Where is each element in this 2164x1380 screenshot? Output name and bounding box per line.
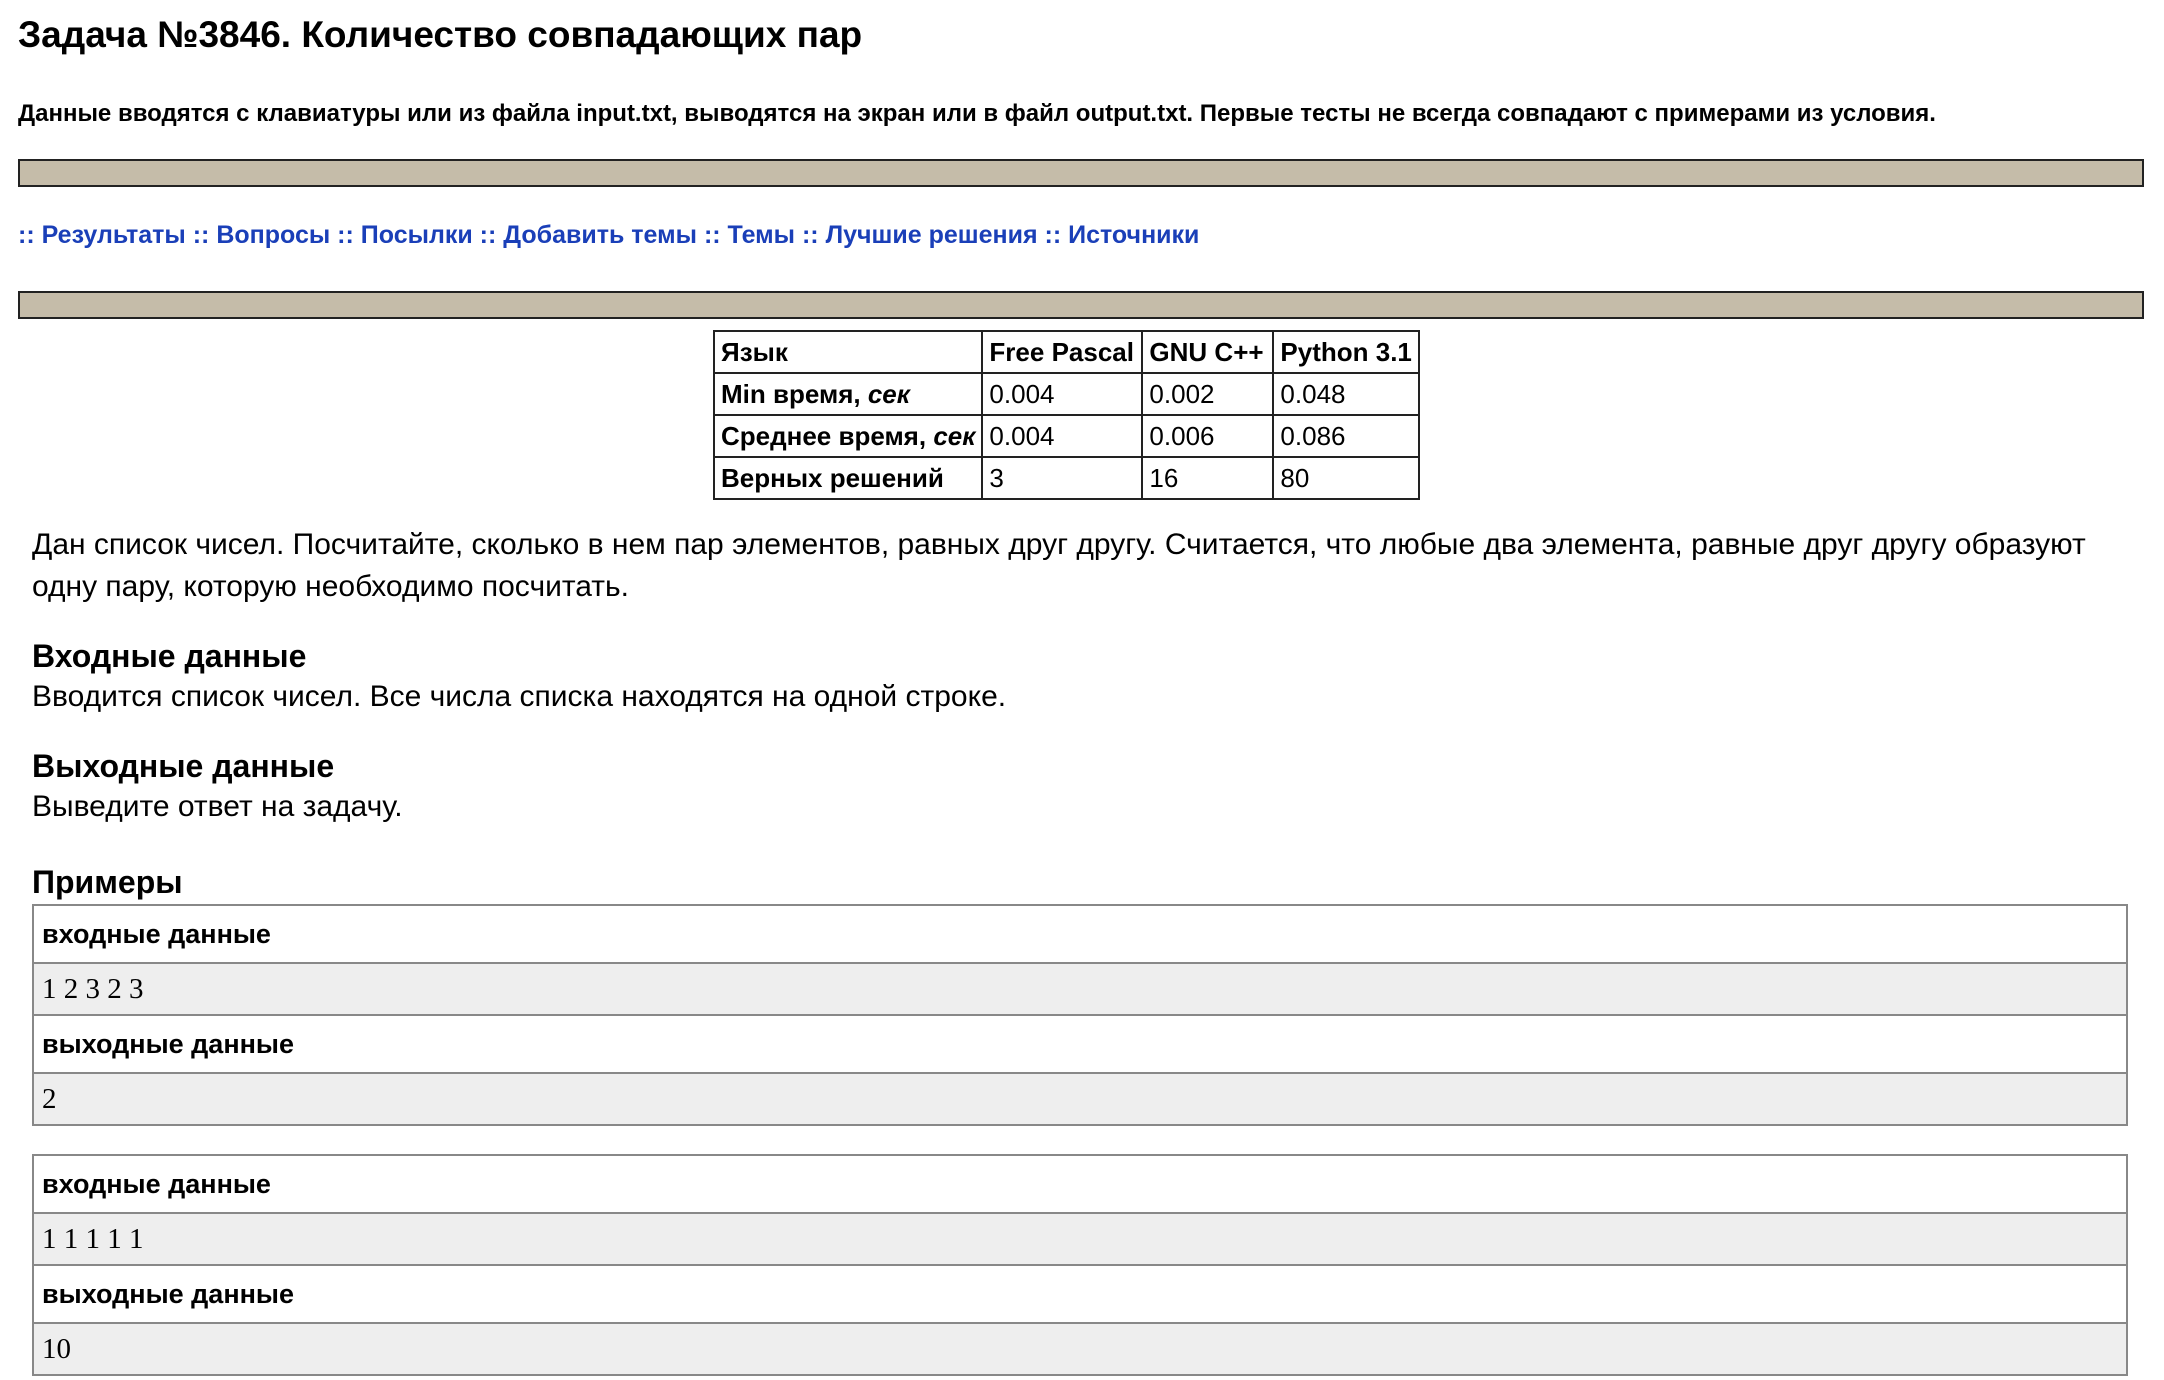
stats-cell: 0.004: [981, 414, 1144, 458]
example-input-value[interactable]: 1 2 3 2 3: [34, 962, 2126, 1016]
stats-header-python: Python 3.1: [1272, 330, 1420, 374]
example-output-label: выходные данные: [34, 1266, 2126, 1322]
input-heading: Входные данные: [32, 638, 307, 674]
problem-statement: Дан список чисел. Посчитайте, сколько в …: [32, 524, 2132, 828]
stats-cell: 80: [1272, 456, 1420, 500]
nav-separator: ::: [703, 221, 721, 249]
output-description: Выведите ответ на задачу.: [32, 790, 403, 823]
nav-separator: ::: [1044, 221, 1062, 249]
nav-separator: ::: [479, 221, 497, 249]
nav-link-topics[interactable]: Темы: [728, 221, 795, 249]
stats-header-free-pascal: Free Pascal: [981, 330, 1144, 374]
stats-row-label-unit: сек: [867, 378, 910, 409]
stats-row-avg-time: Среднее время, сек 0.004 0.006 0.086: [712, 414, 1420, 458]
nav-link-add-topics[interactable]: Добавить темы: [503, 221, 697, 249]
io-note: Данные вводятся с клавиатуры или из файл…: [18, 100, 1936, 127]
nav-link-submissions[interactable]: Посылки: [361, 221, 473, 249]
page-title: Задача №3846. Количество совпадающих пар: [18, 14, 863, 55]
nav-link-best-solutions[interactable]: Лучшие решения: [826, 221, 1038, 249]
examples-heading: Примеры: [32, 864, 183, 900]
stats-row-label-text: Min время,: [721, 378, 868, 409]
stats-cell: 3: [981, 456, 1144, 500]
stats-row-correct: Верных решений 3 16 80: [712, 456, 1420, 500]
output-heading: Выходные данные: [32, 748, 335, 784]
stats-cell: 0.086: [1272, 414, 1420, 458]
divider-bar-bottom: [18, 291, 2144, 319]
problem-legend: Дан список чисел. Посчитайте, сколько в …: [32, 528, 2086, 603]
stats-row-label-unit: сек: [933, 420, 976, 451]
stats-header-language: Язык: [712, 330, 984, 374]
stats-cell: 0.006: [1141, 414, 1275, 458]
stats-table: Язык Free Pascal GNU C++ Python 3.1 Min …: [712, 330, 1420, 500]
input-description: Вводится список чисел. Все числа списка …: [32, 680, 1007, 713]
stats-row-label-text: Среднее время,: [721, 420, 934, 451]
example-input-label: входные данные: [34, 906, 2126, 962]
example-block: входные данные 1 2 3 2 3 выходные данные…: [32, 904, 2128, 1126]
stats-row-label: Среднее время, сек: [712, 414, 984, 458]
problem-page: Задача №3846. Количество совпадающих пар…: [18, 0, 2146, 319]
stats-header-row: Язык Free Pascal GNU C++ Python 3.1: [712, 330, 1420, 374]
nav-separator: ::: [801, 221, 819, 249]
stats-row-label: Min время, сек: [712, 372, 984, 416]
stats-header-gnu-cpp: GNU C++: [1141, 330, 1275, 374]
nav-separator: ::: [337, 221, 354, 249]
stats-row-min-time: Min время, сек 0.004 0.002 0.048: [712, 372, 1420, 416]
example-output-label: выходные данные: [34, 1016, 2126, 1072]
nav-link-sources[interactable]: Источники: [1068, 221, 1199, 249]
nav-separator: ::: [18, 221, 35, 249]
stats-cell: 0.002: [1141, 372, 1275, 416]
stats-row-label: Верных решений: [712, 456, 984, 500]
nav-separator: ::: [192, 221, 210, 249]
stats-cell: 0.048: [1272, 372, 1420, 416]
stats-row-label-text: Верных решений: [721, 462, 944, 493]
divider-bar-top: [18, 159, 2144, 187]
problem-nav: :: Результаты :: Вопросы :: Посылки :: Д…: [18, 219, 2146, 251]
example-input-label: входные данные: [34, 1156, 2126, 1212]
nav-link-questions[interactable]: Вопросы: [216, 221, 330, 249]
example-block: входные данные 1 1 1 1 1 выходные данные…: [32, 1154, 2128, 1376]
nav-link-results[interactable]: Результаты: [42, 221, 186, 249]
example-output-value[interactable]: 10: [34, 1322, 2126, 1374]
stats-cell: 0.004: [981, 372, 1144, 416]
stats-cell: 16: [1141, 456, 1275, 500]
example-output-value[interactable]: 2: [34, 1072, 2126, 1124]
example-input-value[interactable]: 1 1 1 1 1: [34, 1212, 2126, 1266]
